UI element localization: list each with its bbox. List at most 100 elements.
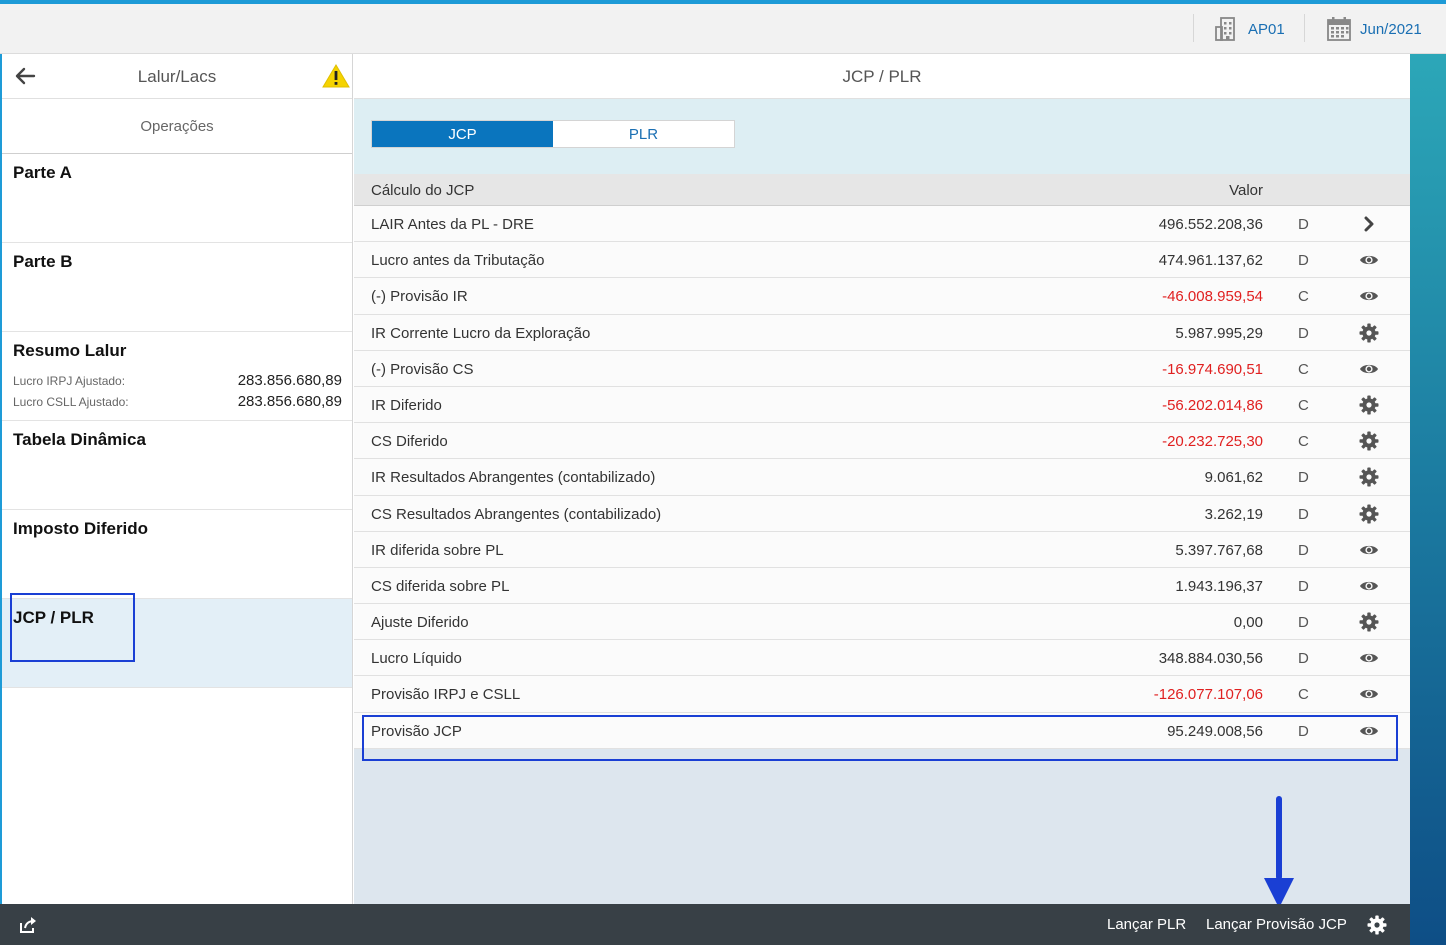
top-bar-divider [1304,14,1305,42]
row-label: (-) Provisão CS [371,360,474,378]
table-row[interactable]: Lucro antes da Tributação 474.961.137,62 D [354,242,1410,279]
chevron-right-icon[interactable] [1359,214,1379,234]
gear-icon[interactable] [1367,915,1387,935]
table-row[interactable]: IR Diferido -56.202.014,86 C [354,386,1410,424]
eye-icon[interactable] [1359,648,1379,668]
summary-label: Lucro IRPJ Ajustado: [13,374,126,388]
row-debit-credit: C [1298,686,1309,704]
company-label: AP01 [1248,20,1285,38]
eye-icon[interactable] [1359,250,1379,270]
row-value: 0,00 [1233,614,1263,632]
nav-section-title: JCP / PLR [13,608,94,627]
tab-jcp[interactable]: JCP [372,121,553,147]
table-row[interactable]: Provisão JCP 95.249.008,56 D [354,712,1410,749]
row-value: -20.232.725,30 [1162,433,1263,451]
nav-section-title: Imposto Diferido [13,519,149,538]
building-icon [1214,16,1240,42]
table-header: Cálculo do JCP Valor [354,174,1410,206]
background-strip [1410,54,1446,945]
lancar-provisao-jcp-button[interactable]: Lançar Provisão JCP [1206,916,1347,933]
table-row[interactable]: CS diferida sobre PL 1.943.196,37 D [354,567,1410,605]
eye-icon[interactable] [1359,576,1379,596]
summary-value: 283.856.680,89 [237,393,342,410]
table-row[interactable]: IR Corrente Lucro da Exploração 5.987.995… [354,314,1410,351]
row-value: 5.397.767,68 [1175,541,1263,559]
row-label: Lucro antes da Tributação [371,252,545,270]
row-label: Provisão JCP [371,722,462,740]
nav-section-jcp-plr[interactable]: JCP / PLR [2,599,352,688]
nav-section-tabela-dinamica[interactable]: Tabela Dinâmica [2,421,352,510]
nav-section-title: Resumo Lalur [13,341,127,360]
row-debit-credit: D [1298,722,1309,740]
summary-label: Lucro CSLL Ajustado: [13,395,129,409]
summary-item: Lucro CSLL Ajustado: 283.856.680,89 [13,393,342,410]
row-value: 348.884.030,56 [1158,650,1263,668]
share-icon[interactable] [18,915,38,935]
row-value: 1.943.196,37 [1175,577,1263,595]
row-debit-credit: D [1298,614,1309,632]
period-selector[interactable]: Jun/2021 [1326,16,1422,42]
gear-icon[interactable] [1359,504,1379,524]
column-header-label: Cálculo do JCP [371,182,475,199]
row-debit-credit: D [1298,541,1309,559]
row-debit-credit: D [1298,650,1309,668]
table-row[interactable]: Provisão IRPJ e CSLL -126.077.107,06 C [354,676,1410,713]
table-row[interactable]: (-) Provisão IR -46.008.959,54 C [354,278,1410,315]
nav-section-parte-a[interactable]: Parte A [2,154,352,243]
left-panel: Lalur/Lacs Operações Parte A Parte B Res… [2,54,353,904]
lancar-plr-button[interactable]: Lançar PLR [1107,916,1186,933]
row-value: -46.008.959,54 [1162,288,1263,306]
row-debit-credit: D [1298,252,1309,270]
main-panel: JCP / PLR JCP PLR Cálculo do JCP Valor L… [354,54,1410,904]
gear-icon[interactable] [1359,431,1379,451]
column-header-value: Valor [1229,182,1263,199]
gear-icon[interactable] [1359,323,1379,343]
eye-icon[interactable] [1359,721,1379,741]
table-row[interactable]: LAIR Antes da PL - DRE 496.552.208,36 D [354,206,1410,243]
company-selector[interactable]: AP01 [1214,16,1285,42]
row-debit-credit: D [1298,216,1309,233]
row-value: -56.202.014,86 [1162,396,1263,414]
nav-section-title: Parte B [13,252,73,271]
row-debit-credit: C [1298,396,1309,414]
gear-icon[interactable] [1359,612,1379,632]
row-label: (-) Provisão IR [371,288,468,306]
row-debit-credit: D [1298,469,1309,487]
row-label: Lucro Líquido [371,650,462,668]
table-row[interactable]: IR Resultados Abrangentes (contabilizado… [354,459,1410,496]
gear-icon[interactable] [1359,395,1379,415]
nav-section-imposto-diferido[interactable]: Imposto Diferido [2,510,352,599]
table-row[interactable]: (-) Provisão CS -16.974.690,51 C [354,350,1410,387]
left-panel-title: Lalur/Lacs [137,67,217,86]
segmented-tabs: JCP PLR [371,120,735,148]
row-value: -126.077.107,06 [1153,686,1263,704]
table-row[interactable]: CS Diferido -20.232.725,30 C [354,423,1410,460]
operations-link[interactable]: Operações [2,99,352,154]
eye-icon[interactable] [1359,540,1379,560]
table-row[interactable]: CS Resultados Abrangentes (contabilizado… [354,495,1410,532]
nav-section-title: Tabela Dinâmica [13,430,146,449]
table-row[interactable]: IR diferida sobre PL 5.397.767,68 D [354,531,1410,568]
top-bar: AP01 Jun/2021 [0,4,1446,54]
eye-icon[interactable] [1359,286,1379,306]
row-label: Ajuste Diferido [371,614,469,632]
row-debit-credit: C [1298,433,1309,451]
table-row[interactable]: Ajuste Diferido 0,00 D [354,604,1410,641]
summary-value: 283.856.680,89 [237,372,342,389]
row-label: LAIR Antes da PL - DRE [371,216,534,233]
calendar-icon [1326,16,1352,42]
table-row[interactable]: Lucro Líquido 348.884.030,56 D [354,640,1410,677]
nav-section-parte-b[interactable]: Parte B [2,243,352,332]
eye-icon[interactable] [1359,684,1379,704]
eye-icon[interactable] [1359,359,1379,379]
row-label: IR Corrente Lucro da Exploração [371,324,591,342]
nav-section-resumo-lalur[interactable]: Resumo Lalur Lucro IRPJ Ajustado: 283.85… [2,332,352,421]
row-label: CS Diferido [371,433,448,451]
row-value: 5.987.995,29 [1175,324,1263,342]
warning-icon[interactable] [322,64,350,88]
top-bar-divider [1193,14,1194,42]
row-value: -16.974.690,51 [1162,360,1263,378]
gear-icon[interactable] [1359,467,1379,487]
row-label: IR diferida sobre PL [371,541,504,559]
tab-plr[interactable]: PLR [553,121,734,147]
